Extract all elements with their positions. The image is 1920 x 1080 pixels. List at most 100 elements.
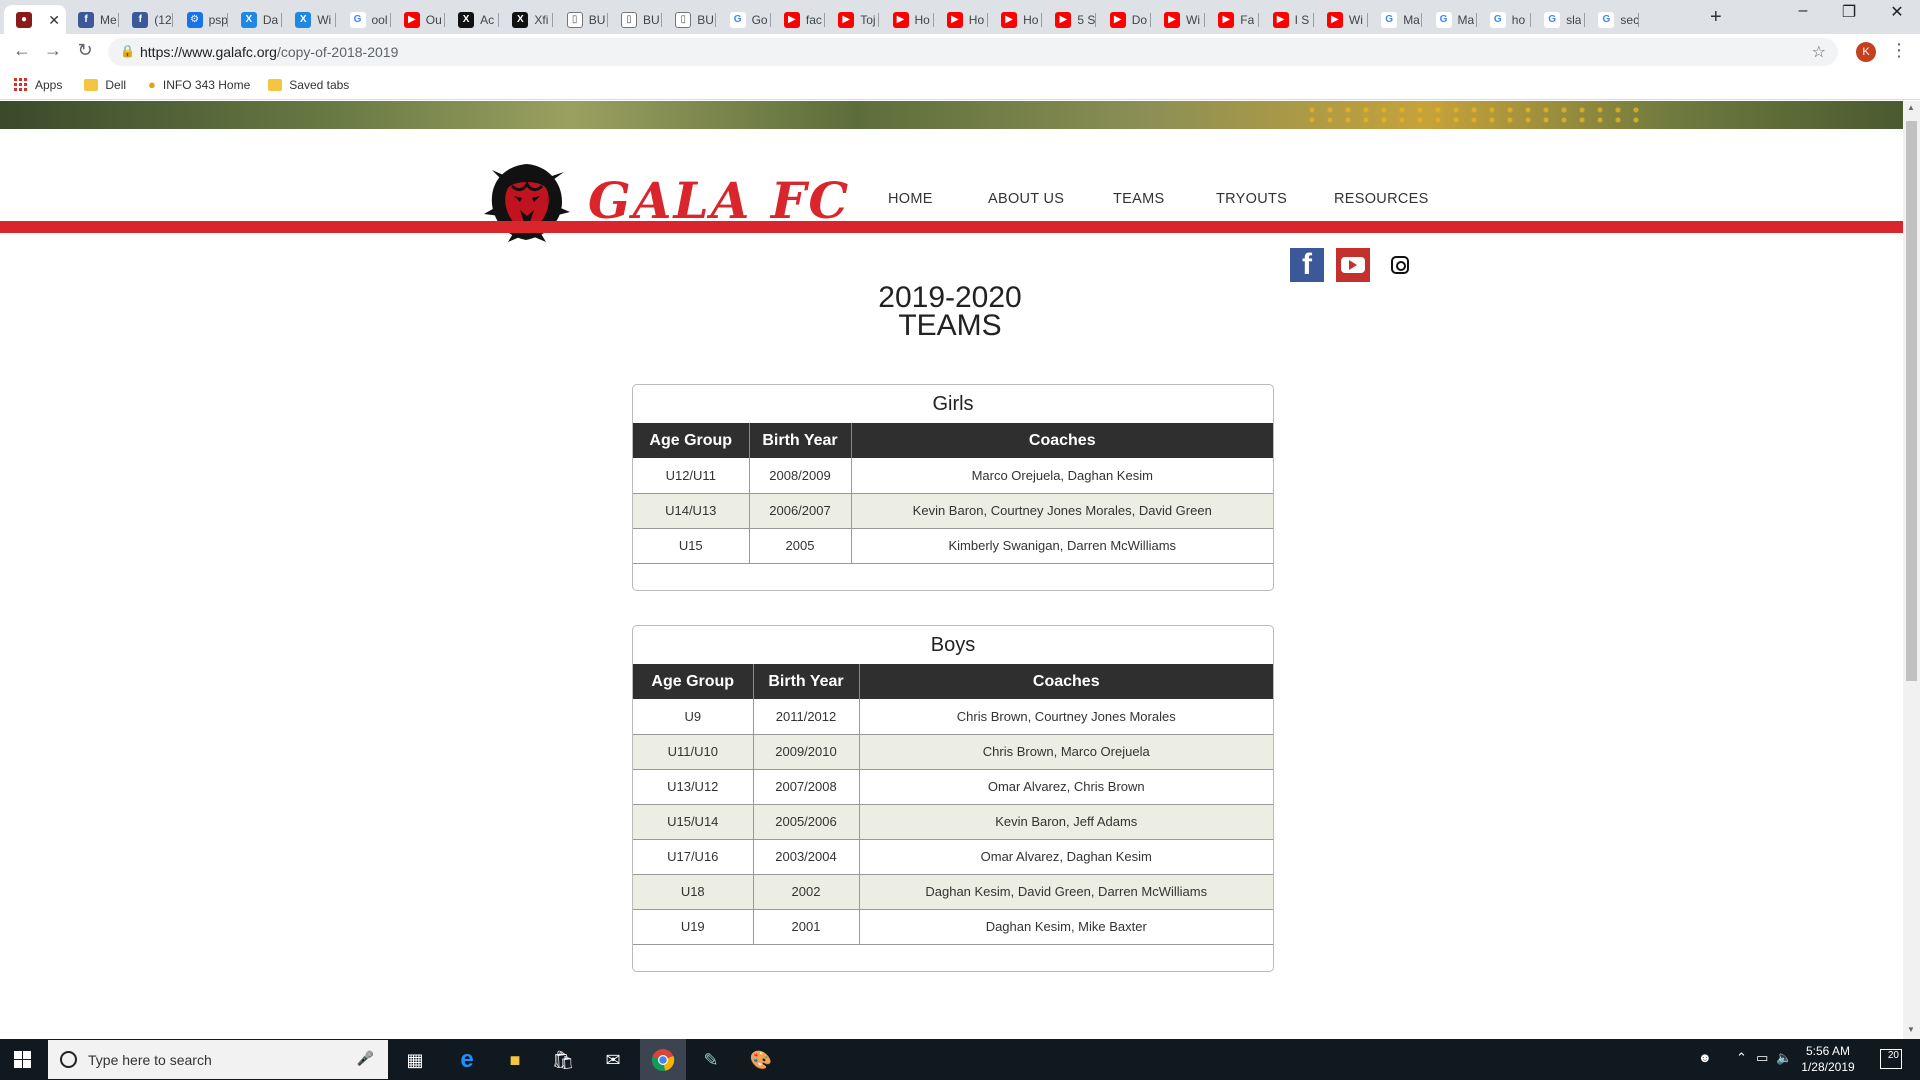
microphone-icon[interactable]: 🎤 <box>357 1050 374 1067</box>
browser-tab[interactable]: ▶ 5 S <box>1043 5 1097 34</box>
browser-tab[interactable]: G Go <box>718 5 771 34</box>
store-icon[interactable]: 🛍 <box>548 1045 578 1075</box>
taskbar-clock[interactable]: 5:56 AM 1/28/2019 <box>1792 1043 1864 1075</box>
bookmark-info343[interactable]: ● INFO 343 Home <box>148 77 250 92</box>
bookmark-saved-tabs[interactable]: Saved tabs <box>268 78 349 92</box>
browser-tab[interactable]: X Wi <box>283 5 337 34</box>
column-header-birth-year: Birth Year <box>749 423 852 458</box>
nav-resources[interactable]: RESOURCES <box>1334 191 1429 207</box>
paint-icon[interactable]: 🎨 <box>746 1045 776 1075</box>
browser-tab[interactable]: ▶ Do <box>1098 5 1151 34</box>
restore-button[interactable]: ❐ <box>1826 2 1872 22</box>
cell-age-group: U9 <box>633 699 754 735</box>
browser-tab[interactable]: ● ✕ <box>4 5 66 34</box>
browser-tab[interactable]: ▶ Fa <box>1206 5 1260 34</box>
browser-tab[interactable]: ▯ BU <box>555 5 608 34</box>
browser-tab[interactable]: ▶ Wi <box>1152 5 1205 34</box>
google-icon: G <box>349 11 366 28</box>
browser-tab[interactable]: ⚙ psp <box>175 5 228 34</box>
folder-icon <box>84 78 99 91</box>
tab-title: Ho <box>1023 12 1039 27</box>
browser-tab[interactable]: Gho <box>1478 5 1531 34</box>
tab-title: Ho <box>914 12 930 27</box>
taskbar-search-box[interactable]: Type here to search 🎤 <box>48 1040 388 1079</box>
browser-tab[interactable]: f Me <box>66 5 119 34</box>
browser-tab[interactable]: X Ac <box>446 5 500 34</box>
browser-tab[interactable]: ▶ Ou <box>392 5 445 34</box>
browser-tab[interactable]: ▶ Toj <box>826 5 880 34</box>
new-tab-button[interactable]: + <box>1710 6 1722 29</box>
browser-tab[interactable]: X Da <box>229 5 282 34</box>
page-scrollbar[interactable]: ▲ ▼ <box>1903 101 1920 1039</box>
browser-tab[interactable]: f (12 <box>120 5 174 34</box>
browser-tab[interactable]: G Ma <box>1369 5 1423 34</box>
task-view-icon[interactable]: ▦ <box>400 1045 430 1075</box>
close-window-button[interactable]: ✕ <box>1874 2 1920 22</box>
scroll-up-icon[interactable]: ▲ <box>1907 103 1915 112</box>
scroll-down-icon[interactable]: ▼ <box>1907 1025 1915 1034</box>
bookmark-star-icon[interactable]: ☆ <box>1812 42 1826 62</box>
cell-coaches: Omar Alvarez, Daghan Kesim <box>859 839 1273 875</box>
tab-title: BU <box>643 12 660 27</box>
table-row: U14/U13 2006/2007 Kevin Baron, Courtney Jo… <box>633 493 1273 529</box>
nav-tryouts[interactable]: TRYOUTS <box>1216 191 1287 207</box>
instagram-icon[interactable] <box>1383 248 1417 282</box>
close-tab-icon[interactable]: ✕ <box>48 12 60 29</box>
file-explorer-icon[interactable]: ■ <box>500 1045 530 1075</box>
forward-arrow-icon[interactable]: → <box>41 40 65 61</box>
browser-tab[interactable]: ▶ Ho <box>989 5 1043 34</box>
reload-icon[interactable]: ↻ <box>73 40 97 61</box>
nav-home[interactable]: HOME <box>888 191 933 207</box>
tab-separator <box>226 13 228 27</box>
browser-tab[interactable]: ▶ Ho <box>881 5 934 34</box>
back-arrow-icon[interactable]: ← <box>10 40 34 61</box>
browser-tab[interactable]: ▶ Wi <box>1315 5 1368 34</box>
nav-about-us[interactable]: ABOUT US <box>988 191 1064 207</box>
browser-tab[interactable]: ▯ BU <box>663 5 717 34</box>
browser-tab[interactable]: ▶ Ho <box>935 5 988 34</box>
tab-title: Ou <box>425 12 442 27</box>
volume-icon[interactable]: 🔈 <box>1776 1050 1792 1066</box>
network-icon[interactable]: ▭ <box>1756 1050 1768 1066</box>
browser-tab[interactable]: ▶ I S <box>1261 5 1314 34</box>
cell-birth-year: 2001 <box>753 909 860 945</box>
tab-separator <box>986 13 988 27</box>
bookmark-dell-label: Dell <box>105 77 127 92</box>
cell-coaches: Kevin Baron, Courtney Jones Morales, Dav… <box>851 493 1273 529</box>
browser-tab[interactable]: G Ma <box>1424 5 1477 34</box>
youtube-icon[interactable] <box>1336 248 1370 282</box>
notification-center-icon[interactable]: 20 <box>1880 1049 1902 1069</box>
boys-teams-table: Boys Age Group Birth Year Coaches U9 2011… <box>632 625 1274 972</box>
browser-tab[interactable]: ▯ BU <box>609 5 662 34</box>
browser-tab[interactable]: Gsec <box>1586 5 1640 34</box>
browser-tab[interactable]: ▶ fac <box>772 5 825 34</box>
tab-title: 5 S <box>1077 12 1096 27</box>
browser-tab[interactable]: X Xfi <box>500 5 554 34</box>
tab-separator <box>932 13 934 27</box>
chrome-icon[interactable] <box>648 1045 678 1075</box>
address-bar[interactable]: 🔒 https://www.galafc.org/copy-of-2018-20… <box>108 38 1838 66</box>
edge-icon[interactable]: e <box>452 1045 482 1075</box>
notepad-icon[interactable]: ✎ <box>696 1045 726 1075</box>
tray-chevron-icon[interactable]: ⌃ <box>1736 1050 1747 1066</box>
facebook-icon[interactable]: f <box>1290 248 1324 282</box>
cell-coaches: Daghan Kesim, Mike Baxter <box>859 909 1273 945</box>
bookmark-apps[interactable]: Apps <box>14 78 62 92</box>
nav-teams[interactable]: TEAMS <box>1113 191 1164 207</box>
windows-start-icon[interactable] <box>14 1051 31 1068</box>
people-icon[interactable]: ☻ <box>1698 1050 1712 1065</box>
mail-icon[interactable]: ✉ <box>598 1045 628 1075</box>
tab-title: Go <box>751 12 768 27</box>
youtube-icon: ▶ <box>1109 11 1126 28</box>
browser-tab[interactable]: Gool <box>338 5 391 34</box>
browser-tab[interactable]: Gsla <box>1532 5 1586 34</box>
cell-age-group: U12/U11 <box>633 458 750 494</box>
minimize-button[interactable]: – <box>1780 2 1826 20</box>
browser-menu-icon[interactable]: ⋮ <box>1890 40 1908 61</box>
tab-title: fac <box>805 12 822 27</box>
profile-avatar[interactable]: K <box>1856 42 1876 62</box>
tab-title: Me <box>100 12 117 27</box>
scrollbar-thumb[interactable] <box>1906 121 1917 681</box>
bookmarks-bar: Apps Dell ● INFO 343 Home Saved tabs <box>0 70 1920 100</box>
bookmark-dell[interactable]: Dell <box>84 78 126 92</box>
